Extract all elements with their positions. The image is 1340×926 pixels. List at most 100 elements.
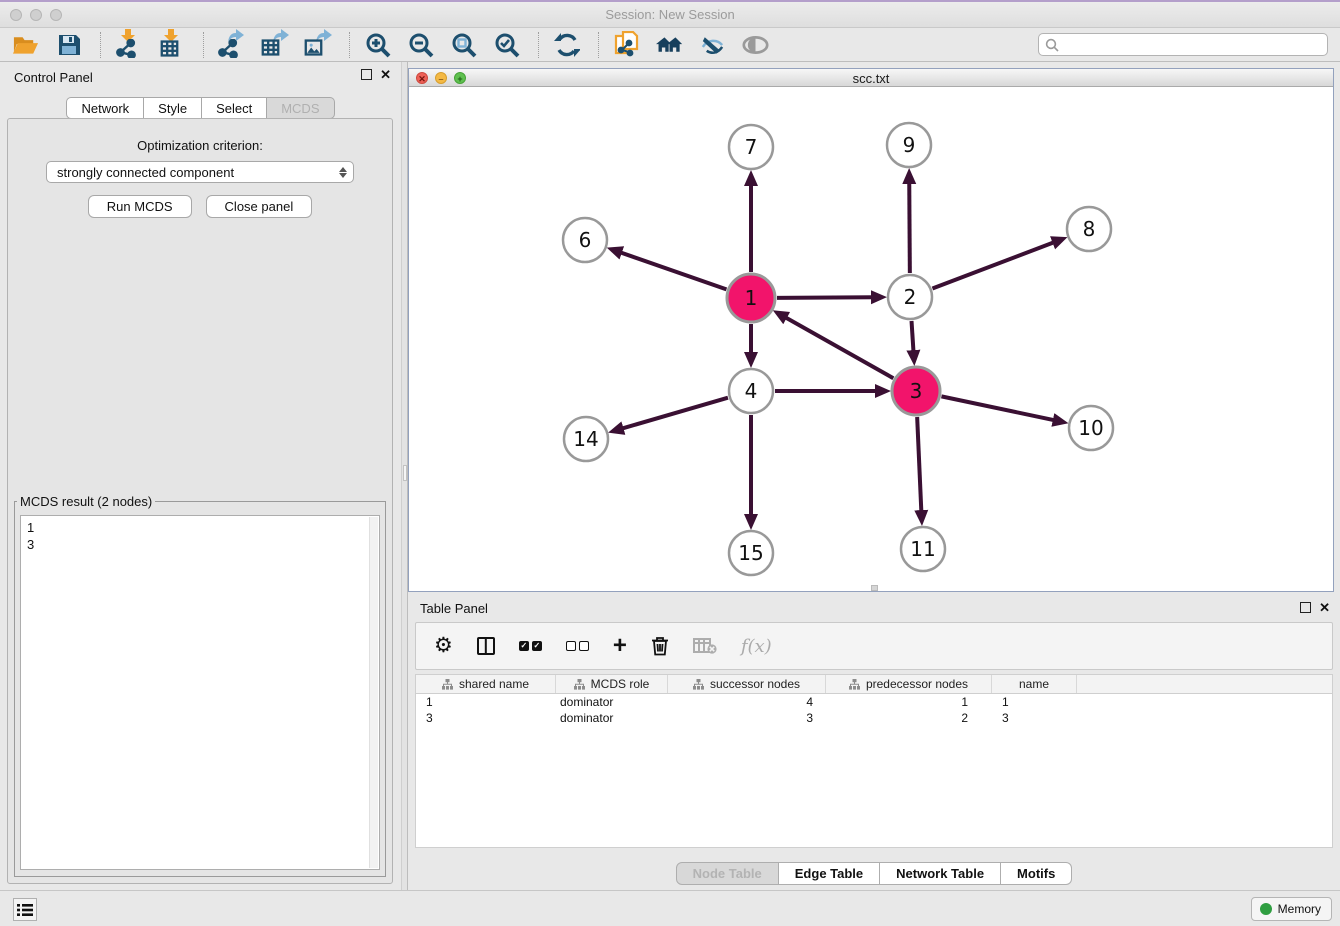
graph-edge-1-2[interactable] (777, 297, 873, 298)
toolbar-separator (538, 32, 539, 58)
column-header-successor-nodes[interactable]: successor nodes (668, 675, 826, 693)
hide-selected-icon[interactable] (699, 31, 726, 58)
graph-edge-2-3[interactable] (912, 321, 914, 352)
network-resize-grip[interactable] (871, 585, 878, 591)
tab-style[interactable]: Style (144, 97, 202, 119)
graph-edge-2-8[interactable] (932, 242, 1054, 288)
graph-edge-4-14[interactable] (622, 398, 728, 429)
network-window: ✕ – + scc.txt 7968124314101511 (408, 68, 1334, 592)
first-neighbors-icon[interactable] (656, 31, 683, 58)
table-cell[interactable]: 3 (416, 710, 556, 726)
memory-label: Memory (1278, 902, 1321, 916)
refresh-icon[interactable] (553, 31, 580, 58)
search-input[interactable] (1059, 34, 1327, 55)
network-graph[interactable]: 7968124314101511 (409, 87, 1333, 591)
table-cell[interactable]: 3 (668, 710, 826, 726)
toggle-column-view-icon[interactable] (477, 633, 495, 659)
network-window-titlebar[interactable]: ✕ – + scc.txt (409, 69, 1333, 87)
graph-edge-2-9[interactable] (909, 182, 910, 273)
graph-node-label-11: 11 (910, 537, 935, 561)
import-table-icon[interactable] (158, 31, 185, 58)
column-tree-icon (574, 679, 585, 690)
table-cell[interactable]: 4 (668, 694, 826, 710)
select-all-icon[interactable]: ✓✓ (519, 633, 542, 659)
table-row[interactable]: 3dominator323 (416, 710, 1332, 726)
table-panel: Table Panel ✕ ⚙ ✓✓ + f(x) shared nameMCD… (408, 595, 1340, 890)
show-details-icon[interactable] (742, 31, 769, 58)
search-icon (1045, 38, 1059, 52)
column-header-predecessor-nodes[interactable]: predecessor nodes (826, 675, 992, 693)
zoom-out-icon[interactable] (407, 31, 434, 58)
zoom-selected-icon[interactable] (493, 31, 520, 58)
delete-column-icon[interactable] (651, 633, 669, 659)
delete-table-icon (693, 633, 717, 659)
optimization-criterion-label: Optimization criterion: (8, 138, 392, 153)
tab-edge-table[interactable]: Edge Table (779, 862, 880, 885)
settings-gear-icon[interactable]: ⚙ (434, 633, 453, 659)
main-toolbar (0, 28, 1340, 62)
duplicate-network-icon[interactable] (613, 31, 640, 58)
export-network-icon[interactable] (218, 31, 245, 58)
result-scrollbar[interactable] (369, 517, 378, 868)
import-network-icon[interactable] (115, 31, 142, 58)
column-header-shared-name[interactable]: shared name (416, 675, 556, 693)
table-cell[interactable]: 1 (992, 694, 1077, 710)
tab-motifs[interactable]: Motifs (1001, 862, 1072, 885)
tab-select[interactable]: Select (202, 97, 267, 119)
table-row[interactable]: 1dominator411 (416, 694, 1332, 710)
tab-network-table[interactable]: Network Table (880, 862, 1001, 885)
zoom-in-icon[interactable] (364, 31, 391, 58)
function-builder-icon: f(x) (741, 633, 772, 659)
graph-node-label-9: 9 (903, 133, 916, 157)
mcds-result-title: MCDS result (2 nodes) (17, 494, 155, 509)
graph-edge-1-6[interactable] (620, 252, 727, 289)
add-column-icon[interactable]: + (613, 633, 627, 659)
tab-node-table[interactable]: Node Table (676, 862, 779, 885)
table-cell[interactable]: 1 (416, 694, 556, 710)
export-image-icon[interactable] (304, 31, 331, 58)
divider-grip[interactable] (403, 465, 407, 481)
close-panel-button[interactable]: Close panel (206, 195, 313, 218)
statusbar: Memory (0, 890, 1340, 926)
column-header-MCDS-role[interactable]: MCDS role (556, 675, 668, 693)
table-cell[interactable]: dominator (556, 694, 668, 710)
tab-mcds[interactable]: MCDS (267, 97, 334, 119)
graph-edge-3-11[interactable] (917, 417, 921, 512)
task-history-button[interactable] (13, 898, 37, 921)
column-header-label: name (1019, 677, 1049, 691)
network-canvas[interactable]: 7968124314101511 (409, 87, 1333, 591)
graph-node-label-7: 7 (745, 135, 758, 159)
export-table-icon[interactable] (261, 31, 288, 58)
mcds-result-list[interactable]: 1 3 (20, 515, 380, 870)
optimization-criterion-select[interactable]: strongly connected component (46, 161, 354, 183)
table-cell[interactable]: 1 (826, 694, 992, 710)
column-header-label: successor nodes (710, 677, 800, 691)
table-cell[interactable]: 3 (992, 710, 1077, 726)
close-table-panel-icon[interactable]: ✕ (1319, 602, 1330, 613)
tab-network[interactable]: Network (66, 97, 144, 119)
open-session-icon[interactable] (12, 31, 39, 58)
graph-edge-3-10[interactable] (941, 396, 1054, 420)
memory-button[interactable]: Memory (1251, 897, 1332, 921)
run-mcds-button[interactable]: Run MCDS (88, 195, 192, 218)
graph-node-label-3: 3 (910, 379, 923, 403)
float-table-panel-icon[interactable] (1300, 602, 1311, 613)
mcds-tab-content: Optimization criterion: strongly connect… (7, 118, 393, 884)
close-panel-icon[interactable]: ✕ (380, 69, 391, 80)
zoom-fit-icon[interactable] (450, 31, 477, 58)
graph-node-label-14: 14 (573, 427, 598, 451)
float-panel-icon[interactable] (361, 69, 372, 80)
control-panel-tabs: NetworkStyleSelectMCDS (0, 97, 401, 119)
table-cell[interactable]: 2 (826, 710, 992, 726)
graph-edge-3-1[interactable] (785, 317, 893, 378)
search-box[interactable] (1038, 33, 1328, 56)
panel-split-divider[interactable] (401, 62, 408, 890)
column-header-label: MCDS role (591, 677, 650, 691)
deselect-all-icon[interactable] (566, 633, 589, 659)
table-body: 1dominator4113dominator323 (416, 694, 1332, 726)
node-table[interactable]: shared name MCDS role successor nodes prede… (415, 674, 1333, 848)
column-header-name[interactable]: name (992, 675, 1077, 693)
column-header-label: predecessor nodes (866, 677, 968, 691)
save-session-icon[interactable] (55, 31, 82, 58)
table-cell[interactable]: dominator (556, 710, 668, 726)
